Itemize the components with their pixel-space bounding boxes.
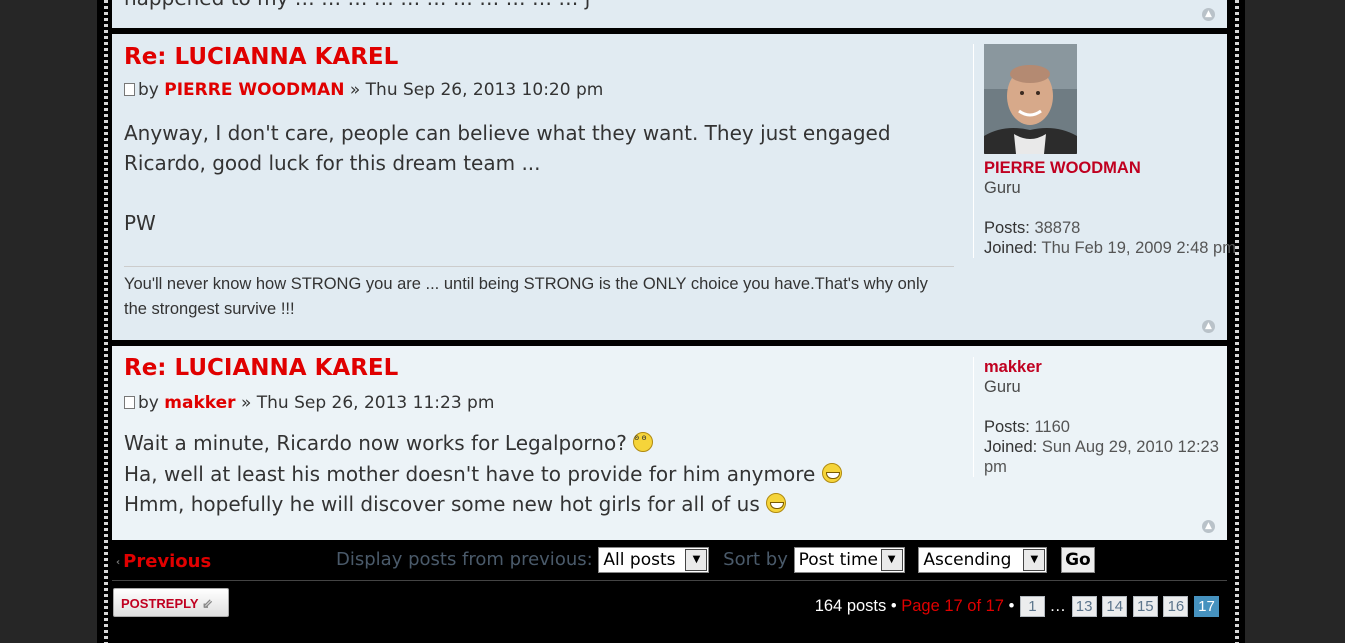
grin-smiley-icon (821, 462, 842, 483)
post-content: Anyway, I don't care, people can believe… (124, 121, 891, 235)
profile-posts: Posts: 38878 (984, 219, 1081, 237)
page-link-active[interactable]: 17 (1194, 596, 1219, 617)
avatar[interactable] (984, 44, 1077, 154)
page-link[interactable]: 16 (1163, 596, 1189, 617)
sort-select[interactable]: Post time ▼ (793, 547, 905, 573)
previous-post-partial: happened to my … … … … … … … … … … … j ▲ (112, 0, 1227, 28)
post-profile: PIERRE WOODMAN Guru Posts: 38878 Joined:… (973, 44, 1239, 258)
chevron-left-icon: ‹ (116, 557, 121, 568)
film-strip-left (104, 0, 108, 643)
post: Re: LUCIANNA KAREL by makker » Thu Sep 2… (112, 346, 1227, 540)
post-count: 164 posts (814, 597, 887, 615)
previous-topic-link[interactable]: ‹ Previous (116, 551, 211, 572)
post: Re: LUCIANNA KAREL by PIERRE WOODMAN » T… (112, 34, 1236, 340)
post-content: Wait a minute, Ricardo now works for Leg… (124, 428, 944, 520)
pagination: 164 posts • Page 17 of 17 • 1 … 13 14 15… (815, 596, 1219, 617)
sort-controls: Display posts from previous: All posts ▼ … (336, 547, 1095, 573)
page-indicator[interactable]: Page 17 of 17 (901, 597, 1004, 615)
top-arrow-icon[interactable]: ▲ (1202, 520, 1215, 533)
display-select[interactable]: All posts ▼ (598, 547, 710, 573)
profile-posts: Posts: 1160 (984, 418, 1070, 436)
page-link[interactable]: 15 (1132, 596, 1158, 617)
previous-post-text: happened to my … … … … … … … … … … … j (124, 0, 590, 10)
post-profile: makker Guru Posts: 1160 Joined: Sun Aug … (973, 357, 1239, 477)
topic-actions-bar: ‹ Previous Display posts from previous: A… (112, 541, 1227, 581)
post-title[interactable]: Re: LUCIANNA KAREL (124, 355, 398, 381)
order-select[interactable]: Ascending ▼ (918, 547, 1048, 573)
page-link[interactable]: 13 (1071, 596, 1097, 617)
dizzy-smiley-icon (633, 432, 654, 452)
post-date: Thu Sep 26, 2013 10:20 pm (365, 80, 604, 100)
page-link[interactable]: 14 (1102, 596, 1128, 617)
post-date: Thu Sep 26, 2013 11:23 pm (256, 393, 495, 413)
bottom-actions: POSTREPLY ⇙ 164 posts • Page 17 of 17 • … (112, 581, 1227, 643)
page-link[interactable]: 1 (1019, 596, 1045, 617)
dropdown-arrow-icon: ▼ (685, 549, 708, 571)
dropdown-arrow-icon: ▼ (880, 549, 903, 571)
post-title[interactable]: Re: LUCIANNA KAREL (124, 44, 398, 70)
profile-joined: Joined: Thu Feb 19, 2009 2:48 pm (984, 239, 1236, 257)
signature: You'll never know how STRONG you are ...… (124, 266, 954, 322)
profile-username[interactable]: PIERRE WOODMAN (984, 158, 1239, 178)
post-file-icon[interactable] (124, 83, 135, 96)
dropdown-arrow-icon: ▼ (1023, 549, 1046, 571)
sort-label: Sort by (723, 549, 788, 570)
top-arrow-icon[interactable]: ▲ (1202, 8, 1215, 21)
post-reply-button[interactable]: POSTREPLY ⇙ (113, 588, 229, 617)
page-ellipsis: … (1049, 597, 1067, 615)
top-arrow-icon[interactable]: ▲ (1202, 320, 1215, 333)
profile-rank: Guru (984, 378, 1021, 396)
display-label: Display posts from previous: (336, 549, 593, 570)
grin-smiley-icon (766, 493, 787, 513)
post-file-icon[interactable] (124, 396, 135, 409)
author-link[interactable]: makker (164, 393, 235, 413)
profile-rank: Guru (984, 179, 1021, 197)
profile-joined: Joined: Sun Aug 29, 2010 12:23 pm (984, 438, 1219, 476)
reply-arrow-icon: ⇙ (201, 596, 213, 611)
go-button[interactable]: Go (1061, 547, 1095, 573)
post-author-line: by PIERRE WOODMAN » Thu Sep 26, 2013 10:… (124, 80, 603, 100)
post-author-line: by makker » Thu Sep 26, 2013 11:23 pm (124, 393, 494, 413)
author-link[interactable]: PIERRE WOODMAN (164, 80, 344, 100)
profile-username[interactable]: makker (984, 357, 1239, 377)
